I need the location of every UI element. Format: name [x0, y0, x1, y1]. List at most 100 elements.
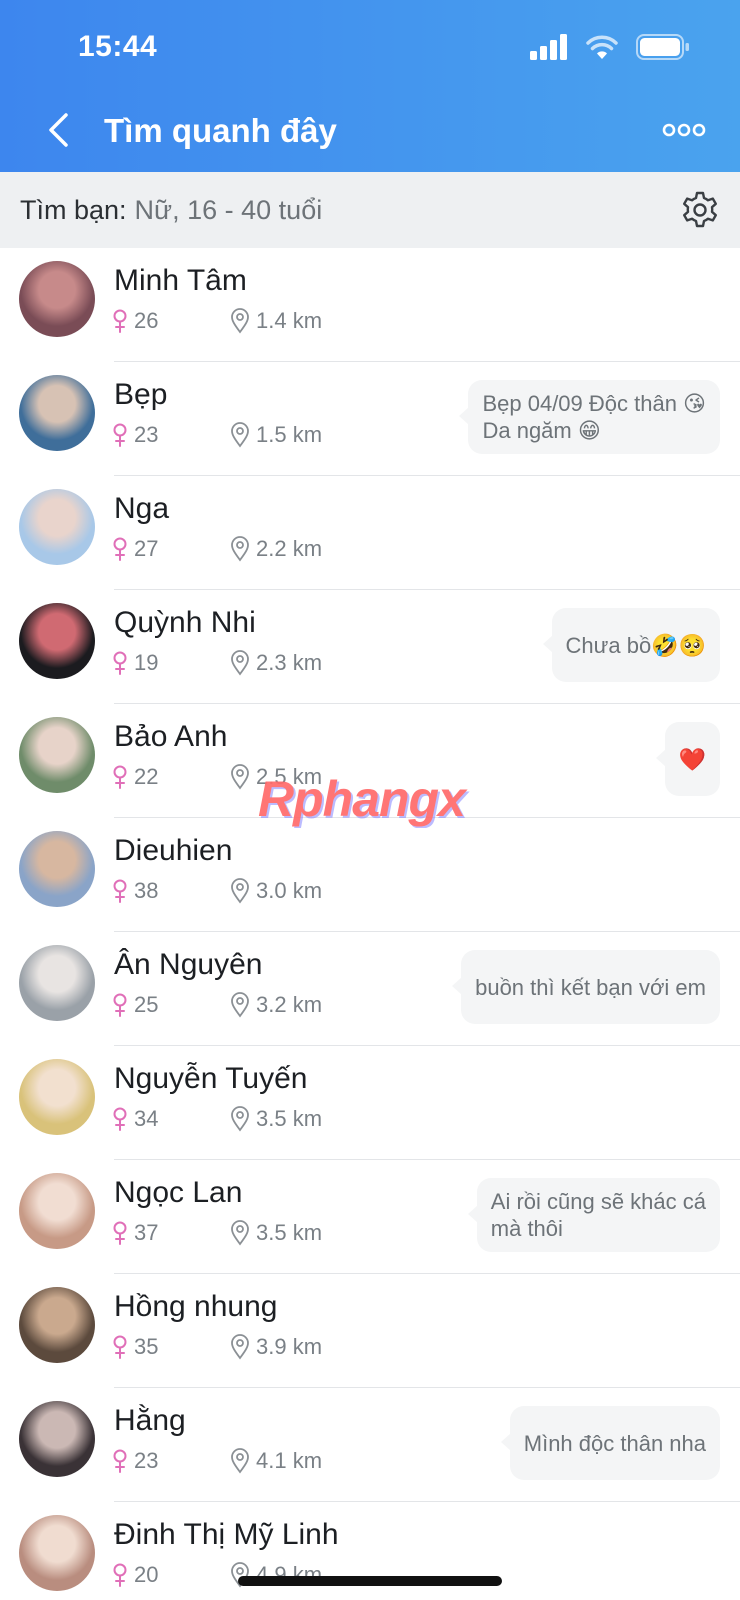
- female-icon: [113, 537, 127, 561]
- status-bubble: ❤️: [655, 722, 720, 796]
- person-age: 23: [134, 1448, 159, 1473]
- avatar[interactable]: [19, 261, 95, 337]
- status-text: Mình độc thân nha: [523, 1430, 706, 1456]
- avatar[interactable]: [19, 1173, 95, 1249]
- status-time: 15:44: [78, 30, 158, 63]
- person-meta: 23 1.5 km: [112, 420, 322, 450]
- female-icon: [113, 879, 127, 903]
- age-group: 20: [112, 1562, 230, 1588]
- location-pin-icon: [231, 308, 249, 334]
- list-item[interactable]: Minh Tâm 26 1.4 km: [0, 248, 740, 362]
- person-meta: 23 4.1 km: [112, 1446, 322, 1476]
- status-text: Bẹp 04/09 Độc thân 😘 Da ngăm 😁: [482, 391, 706, 443]
- status-icons: [530, 34, 690, 60]
- filter-bar[interactable]: Tìm bạn: Nữ, 16 - 40 tuổi: [0, 172, 740, 248]
- distance-group: 3.9 km: [230, 1334, 322, 1360]
- person-age: 22: [134, 764, 159, 789]
- list-item[interactable]: Hồng nhung 35 3.9 km: [0, 1274, 740, 1388]
- age-group: 26: [112, 308, 230, 334]
- person-name: Quỳnh Nhi: [114, 606, 256, 639]
- person-name: Hồng nhung: [114, 1290, 278, 1323]
- age-group: 27: [112, 536, 230, 562]
- avatar[interactable]: [19, 1059, 95, 1135]
- age-group: 34: [112, 1106, 230, 1132]
- avatar[interactable]: [19, 375, 95, 451]
- person-meta: 37 3.5 km: [112, 1218, 322, 1248]
- list-item[interactable]: Nguyễn Tuyến 34 3.5 km: [0, 1046, 740, 1160]
- person-age: 20: [134, 1562, 159, 1587]
- avatar[interactable]: [19, 489, 95, 565]
- person-age: 19: [134, 650, 159, 675]
- person-age: 25: [134, 992, 159, 1017]
- avatar[interactable]: [19, 1401, 95, 1477]
- avatar[interactable]: [19, 945, 95, 1021]
- status-bubble: buồn thì kết bạn với em: [452, 950, 720, 1024]
- list-item[interactable]: Nga 27 2.2 km: [0, 476, 740, 590]
- person-name: Ân Nguyên: [114, 948, 263, 981]
- female-icon: [113, 1449, 127, 1473]
- person-name: Nguyễn Tuyến: [114, 1062, 308, 1095]
- status-bubble: Bẹp 04/09 Độc thân 😘 Da ngăm 😁: [459, 380, 720, 454]
- age-group: 38: [112, 878, 230, 904]
- distance-group: 1.4 km: [230, 308, 322, 334]
- list-item[interactable]: Dieuhien 38 3.0 km: [0, 818, 740, 932]
- location-pin-icon: [231, 1334, 249, 1360]
- person-distance: 3.2 km: [256, 992, 323, 1017]
- person-meta: 25 3.2 km: [112, 990, 322, 1020]
- location-pin-icon: [231, 992, 249, 1018]
- person-name: Minh Tâm: [114, 264, 247, 297]
- person-age: 34: [134, 1106, 159, 1131]
- distance-group: 2.3 km: [230, 650, 322, 676]
- status-bubble: Mình độc thân nha: [500, 1406, 720, 1480]
- more-dots-icon: [662, 123, 706, 137]
- status-bubble: Ai rồi cũng sẽ khác cá mà thôi: [467, 1178, 720, 1252]
- location-pin-icon: [231, 878, 249, 904]
- avatar[interactable]: [19, 603, 95, 679]
- status-bubble: Chưa bồ🤣🥺: [542, 608, 720, 682]
- age-group: 22: [112, 764, 230, 790]
- person-name: Dieuhien: [114, 834, 233, 867]
- list-item[interactable]: Quỳnh Nhi 19 2.3 km Chưa bồ🤣🥺: [0, 590, 740, 704]
- cellular-signal-icon: [530, 34, 567, 60]
- person-distance: 3.0 km: [256, 878, 323, 903]
- location-pin-icon: [231, 1106, 249, 1132]
- list-item[interactable]: Ngọc Lan 37 3.5 km Ai rồi cũng sẽ khác cá m…: [0, 1160, 740, 1274]
- list-item[interactable]: Hằng 23 4.1 km Mình độc thân nha: [0, 1388, 740, 1502]
- battery-icon: [636, 34, 689, 60]
- gear-icon: [683, 191, 717, 228]
- person-name: Hằng: [114, 1404, 186, 1437]
- avatar[interactable]: [19, 1515, 95, 1591]
- distance-group: 4.1 km: [230, 1448, 322, 1474]
- page-title: Tìm quanh đây: [104, 112, 337, 149]
- avatar[interactable]: [19, 1287, 95, 1363]
- home-indicator: [238, 1576, 502, 1586]
- location-pin-icon: [231, 764, 249, 790]
- person-meta: 19 2.3 km: [112, 648, 322, 678]
- female-icon: [113, 1221, 127, 1245]
- distance-group: 1.5 km: [230, 422, 322, 448]
- list-item[interactable]: Ân Nguyên 25 3.2 km buồn thì kết bạn với em: [0, 932, 740, 1046]
- filter-settings-button[interactable]: [678, 188, 722, 232]
- person-age: 27: [134, 536, 159, 561]
- female-icon: [113, 765, 127, 789]
- status-text: Ai rồi cũng sẽ khác cá mà thôi: [490, 1189, 706, 1241]
- location-pin-icon: [231, 536, 249, 562]
- more-options-button[interactable]: [654, 112, 714, 148]
- wifi-icon: [586, 35, 618, 59]
- watermark-text: Rphangx: [258, 771, 466, 827]
- person-name: Ngọc Lan: [114, 1176, 243, 1209]
- back-button[interactable]: [38, 108, 78, 152]
- location-pin-icon: [231, 1220, 249, 1246]
- female-icon: [113, 1335, 127, 1359]
- location-pin-icon: [231, 1448, 249, 1474]
- list-item[interactable]: Bẹp 23 1.5 km Bẹp 04/09 Độc thân 😘 Da ngăm …: [0, 362, 740, 476]
- avatar[interactable]: [19, 717, 95, 793]
- avatar[interactable]: [19, 831, 95, 907]
- nearby-people-list: Minh Tâm 26 1.4 km Bẹp 23 1.5 km Bẹp 04/09 Độc…: [0, 248, 740, 1600]
- female-icon: [113, 993, 127, 1017]
- person-name: Đinh Thị Mỹ Linh: [114, 1518, 339, 1551]
- person-meta: 38 3.0 km: [112, 876, 322, 906]
- person-distance: 1.4 km: [256, 308, 323, 333]
- person-name: Bảo Anh: [114, 720, 228, 753]
- status-text: buồn thì kết bạn với em: [475, 974, 706, 1000]
